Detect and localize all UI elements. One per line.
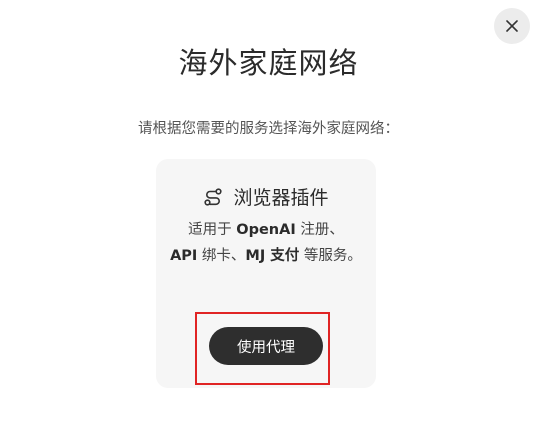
- close-icon: [506, 20, 518, 32]
- card-title: 浏览器插件: [233, 187, 329, 209]
- desc-text: 等服务。: [299, 248, 362, 264]
- card-description: 适用于 OpenAI 注册、 API 绑卡、MJ 支付 等服务。: [168, 217, 364, 269]
- desc-text: 适用于: [188, 222, 237, 238]
- desc-bold-api: API: [170, 248, 198, 264]
- desc-bold-pay: 支付: [265, 248, 300, 264]
- dialog: 海外家庭网络 请根据您需要的服务选择海外家庭网络： 浏览器插件 适用于 Open…: [0, 0, 537, 429]
- route-icon: [204, 187, 223, 206]
- desc-text: 注册、: [295, 222, 344, 238]
- dialog-subtitle: 请根据您需要的服务选择海外家庭网络：: [138, 121, 399, 137]
- desc-bold-openai: OpenAI: [236, 222, 296, 238]
- use-proxy-button[interactable]: 使用代理: [209, 327, 323, 365]
- card-header: 浏览器插件: [156, 183, 376, 210]
- close-button[interactable]: [494, 8, 530, 44]
- desc-bold-mj: MJ: [245, 248, 266, 264]
- desc-text: 绑卡、: [197, 248, 246, 264]
- dialog-title: 海外家庭网络: [178, 46, 359, 80]
